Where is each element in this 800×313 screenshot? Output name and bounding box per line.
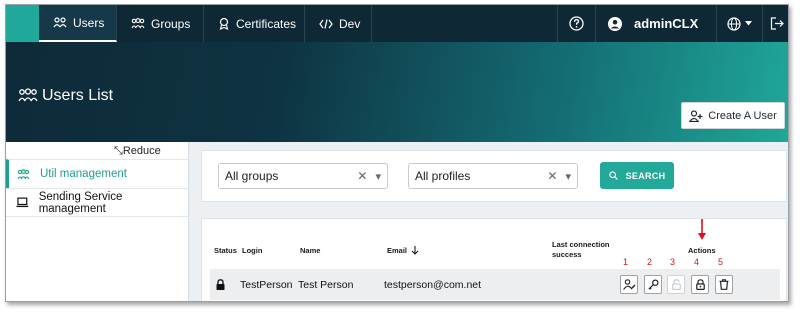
sidebar-item-label: Sending Service management (38, 190, 123, 215)
column-header-status: Status (214, 246, 237, 255)
top-navbar: Users Groups Certificates Dev adminCLX (6, 5, 788, 42)
tab-users[interactable]: Users (39, 5, 117, 42)
sidebar-item-util-management[interactable]: Util management (6, 159, 189, 188)
caret-down-icon[interactable]: ▾ (375, 170, 381, 183)
annotation-number: 3 (670, 257, 676, 267)
filter-panel: All groups ✕ ▾ All profiles ✕ ▾ SEARCH (201, 150, 787, 202)
caret-down-icon (745, 21, 752, 26)
groups-select-value: All groups (225, 169, 279, 183)
status-cell (216, 269, 225, 300)
tab-groups[interactable]: Groups (117, 5, 204, 42)
reduce-toggle[interactable]: ⤡Reduce (114, 145, 161, 158)
name-cell: Test Person (298, 278, 354, 291)
reset-key-button[interactable] (644, 275, 662, 294)
users-icon (18, 88, 38, 102)
add-user-icon (689, 109, 703, 122)
app-window: Users Groups Certificates Dev adminCLX U… (5, 4, 789, 302)
laptop-icon (16, 197, 29, 208)
certificate-icon (219, 17, 229, 30)
sidebar: ⤡Reduce Util management Sending Service … (6, 142, 189, 301)
main-content: All groups ✕ ▾ All profiles ✕ ▾ SEARCH S… (189, 142, 788, 301)
annotation-number: 1 (623, 257, 629, 267)
sort-desc-icon (411, 246, 419, 255)
column-header-name[interactable]: Name (300, 246, 320, 255)
users-table: Status Login Name Email Last connection … (201, 218, 787, 301)
page-title: Users List (18, 87, 113, 105)
lock-user-button[interactable] (691, 275, 709, 294)
tab-certificates-label: Certificates (236, 16, 297, 31)
profiles-select[interactable]: All profiles ✕ ▾ (408, 163, 578, 189)
globe-icon (727, 16, 741, 31)
search-label: SEARCH (625, 170, 666, 181)
column-header-email[interactable]: Email (387, 246, 419, 255)
annotation-number: 2 (647, 257, 653, 267)
create-user-label: Create A User (708, 109, 777, 122)
email-cell: testperson@com.net (384, 278, 482, 291)
caret-down-icon[interactable]: ▾ (565, 170, 571, 183)
lock-icon (695, 279, 705, 290)
code-icon (319, 18, 333, 29)
annotation-number: 4 (694, 257, 700, 267)
delete-user-button[interactable] (715, 275, 733, 294)
annotation-arrow (698, 219, 706, 240)
logout-button[interactable] (762, 5, 788, 42)
collapse-icon: ⤡ (114, 145, 123, 157)
groups-select[interactable]: All groups ✕ ▾ (218, 163, 388, 189)
tab-dev-label: Dev (339, 16, 361, 31)
edit-user-icon (622, 279, 635, 290)
users-icon (53, 17, 67, 28)
table-row[interactable]: TestPerson Test Person testperson@com.ne… (210, 269, 780, 300)
login-cell: TestPerson (240, 278, 293, 291)
groups-icon (131, 18, 145, 29)
reduce-label: Reduce (122, 145, 161, 157)
column-header-actions: Actions (688, 246, 716, 255)
create-user-button[interactable]: Create A User (681, 102, 785, 129)
page-title-text: Users List (42, 87, 114, 104)
sidebar-item-sending-service[interactable]: Sending Service management (6, 188, 189, 217)
sidebar-item-label: Util management (40, 168, 127, 180)
clear-icon[interactable]: ✕ (547, 169, 557, 183)
column-header-email-label: Email (387, 246, 408, 255)
annotation-number: 5 (718, 257, 724, 267)
profiles-select-value: All profiles (415, 169, 471, 183)
help-button[interactable] (557, 5, 595, 42)
tab-dev[interactable]: Dev (305, 5, 372, 42)
brand-block (6, 5, 39, 42)
unlock-icon (671, 279, 681, 290)
edit-user-button[interactable] (620, 275, 638, 294)
user-avatar-icon (608, 16, 622, 31)
logout-icon (770, 17, 784, 30)
column-header-login[interactable]: Login (242, 246, 262, 255)
page-header: Users List Create A User (6, 42, 788, 142)
search-icon (608, 171, 618, 180)
user-menu[interactable]: adminCLX (595, 5, 716, 42)
tab-users-label: Users (73, 15, 105, 30)
help-icon (569, 16, 584, 31)
users-icon (17, 168, 30, 179)
tab-groups-label: Groups (151, 16, 191, 31)
unlock-user-button[interactable] (667, 275, 685, 294)
language-menu[interactable] (716, 5, 762, 42)
column-header-last-connection[interactable]: Last connection success (552, 240, 622, 260)
clear-icon[interactable]: ✕ (357, 169, 367, 183)
key-icon (647, 279, 659, 290)
tab-certificates[interactable]: Certificates (204, 5, 305, 42)
lock-icon (216, 279, 225, 290)
trash-icon (719, 279, 729, 290)
username: adminCLX (634, 16, 699, 31)
search-button[interactable]: SEARCH (600, 162, 674, 189)
